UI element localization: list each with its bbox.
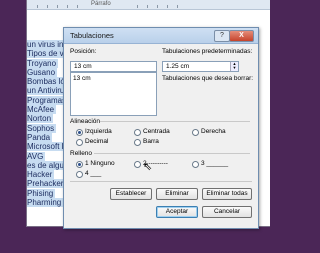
leader-label: Relleno xyxy=(70,150,93,157)
document-line-text: Gusano xyxy=(27,67,58,77)
ruler[interactable]: Párrafo xyxy=(27,0,270,10)
leader-4-radio[interactable] xyxy=(76,171,83,178)
clear-tabs-label: Tabulaciones que desea borrar: xyxy=(162,75,254,82)
position-list-item[interactable]: 13 cm xyxy=(73,75,91,82)
ok-button[interactable]: Aceptar xyxy=(156,206,198,218)
align-center-radio[interactable] xyxy=(134,129,141,136)
align-left-label: Izquierda xyxy=(85,128,112,135)
align-bar-label: Barra xyxy=(143,138,159,145)
align-right-label: Derecha xyxy=(201,128,226,135)
close-button[interactable]: X xyxy=(229,30,254,42)
align-center-label: Centrada xyxy=(143,128,170,135)
document-line-text: Panda xyxy=(27,132,53,142)
position-value: 13 cm xyxy=(74,63,92,70)
divider xyxy=(70,181,252,182)
document-line-text: Prehacker xyxy=(27,179,66,189)
leader-1-radio[interactable] xyxy=(76,161,83,168)
divider xyxy=(100,121,250,122)
default-tabs-input[interactable]: 1.25 cm ▲ ▼ xyxy=(162,61,239,72)
document-line-text: Troyano xyxy=(27,58,59,68)
leader-4-label: 4 ___ xyxy=(85,170,102,177)
tabs-dialog: Tabulaciones ? X Posición: 13 cm 13 cm T… xyxy=(63,27,259,229)
leader-3-radio[interactable] xyxy=(192,161,199,168)
align-decimal-label: Decimal xyxy=(85,138,109,145)
divider xyxy=(94,153,250,154)
document-line-text: Phising xyxy=(27,188,56,198)
cancel-button[interactable]: Cancelar xyxy=(202,206,252,218)
leader-2-radio[interactable] xyxy=(134,161,141,168)
spin-arrows-icon[interactable]: ▲ ▼ xyxy=(230,62,238,71)
leader-3-label: 3 ______ xyxy=(201,160,229,167)
document-line-text: AVG xyxy=(27,151,46,161)
clear-all-button[interactable]: Eliminar todas xyxy=(202,188,252,200)
default-tabs-label: Tabulaciones predeterminadas: xyxy=(162,48,253,55)
align-bar-radio[interactable] xyxy=(134,139,141,146)
clear-button[interactable]: Eliminar xyxy=(156,188,198,200)
document-line-text: Norton xyxy=(27,114,54,124)
position-list[interactable]: 13 cm xyxy=(70,72,157,116)
document-line-text: Pharming xyxy=(27,198,64,208)
alignment-label: Alineación xyxy=(70,118,100,125)
position-label: Posición: xyxy=(70,48,97,55)
dialog-titlebar[interactable]: Tabulaciones ? X xyxy=(64,28,258,44)
set-button[interactable]: Establecer xyxy=(110,188,152,200)
mouse-cursor-icon: ⇖ xyxy=(143,161,153,173)
document-line-text: McAfee xyxy=(27,105,57,115)
align-right-radio[interactable] xyxy=(192,129,199,136)
document-line-text: Sophos xyxy=(27,123,57,133)
document-line-text: un virus inf xyxy=(27,40,68,49)
help-button[interactable]: ? xyxy=(214,30,230,42)
dialog-title: Tabulaciones xyxy=(70,31,114,40)
align-left-radio[interactable] xyxy=(76,129,83,136)
align-decimal-radio[interactable] xyxy=(76,139,83,146)
leader-1-label: 1 Ninguno xyxy=(85,160,115,167)
ruler-label: Párrafo xyxy=(91,1,111,7)
document-line-text: Hacker xyxy=(27,170,55,180)
position-input[interactable]: 13 cm xyxy=(70,61,157,72)
default-tabs-value: 1.25 cm xyxy=(166,63,190,70)
